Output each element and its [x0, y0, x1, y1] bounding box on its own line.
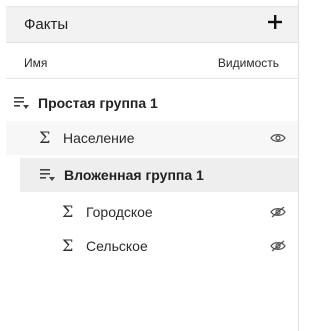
sigma-icon: Σ	[62, 202, 74, 221]
item-label: Городское	[86, 204, 153, 220]
add-fact-button[interactable]	[264, 11, 286, 37]
sigma-icon: Σ	[39, 128, 51, 147]
group-collapse-icon[interactable]	[40, 168, 56, 182]
tree-group-nested-1[interactable]: Вложенная группа 1	[20, 158, 298, 192]
panel-title: Факты	[24, 16, 69, 33]
column-header-visibility[interactable]: Видимость	[218, 56, 279, 70]
column-header-name[interactable]: Имя	[24, 56, 47, 70]
tree-item-population[interactable]: Σ Население	[6, 121, 298, 155]
tree-group-simple-1[interactable]: Простая группа 1	[6, 86, 298, 120]
plus-icon	[268, 15, 282, 29]
item-label: Население	[63, 130, 135, 146]
tree-item-urban[interactable]: Σ Городское	[6, 195, 298, 229]
eye-hidden-icon[interactable]	[270, 206, 286, 218]
group-label: Простая группа 1	[38, 95, 158, 111]
column-headers: Имя Видимость	[6, 44, 298, 79]
tree-item-rural[interactable]: Σ Сельское	[6, 229, 298, 263]
facts-panel: Факты Имя Видимость Простая группа 1 Σ Н…	[0, 0, 299, 331]
eye-icon[interactable]	[270, 132, 286, 144]
group-collapse-icon[interactable]	[14, 96, 30, 110]
eye-hidden-icon[interactable]	[270, 240, 286, 252]
group-label: Вложенная группа 1	[64, 167, 204, 183]
item-label: Сельское	[86, 238, 148, 254]
panel-header: Факты	[6, 6, 298, 43]
sigma-icon: Σ	[62, 236, 74, 255]
